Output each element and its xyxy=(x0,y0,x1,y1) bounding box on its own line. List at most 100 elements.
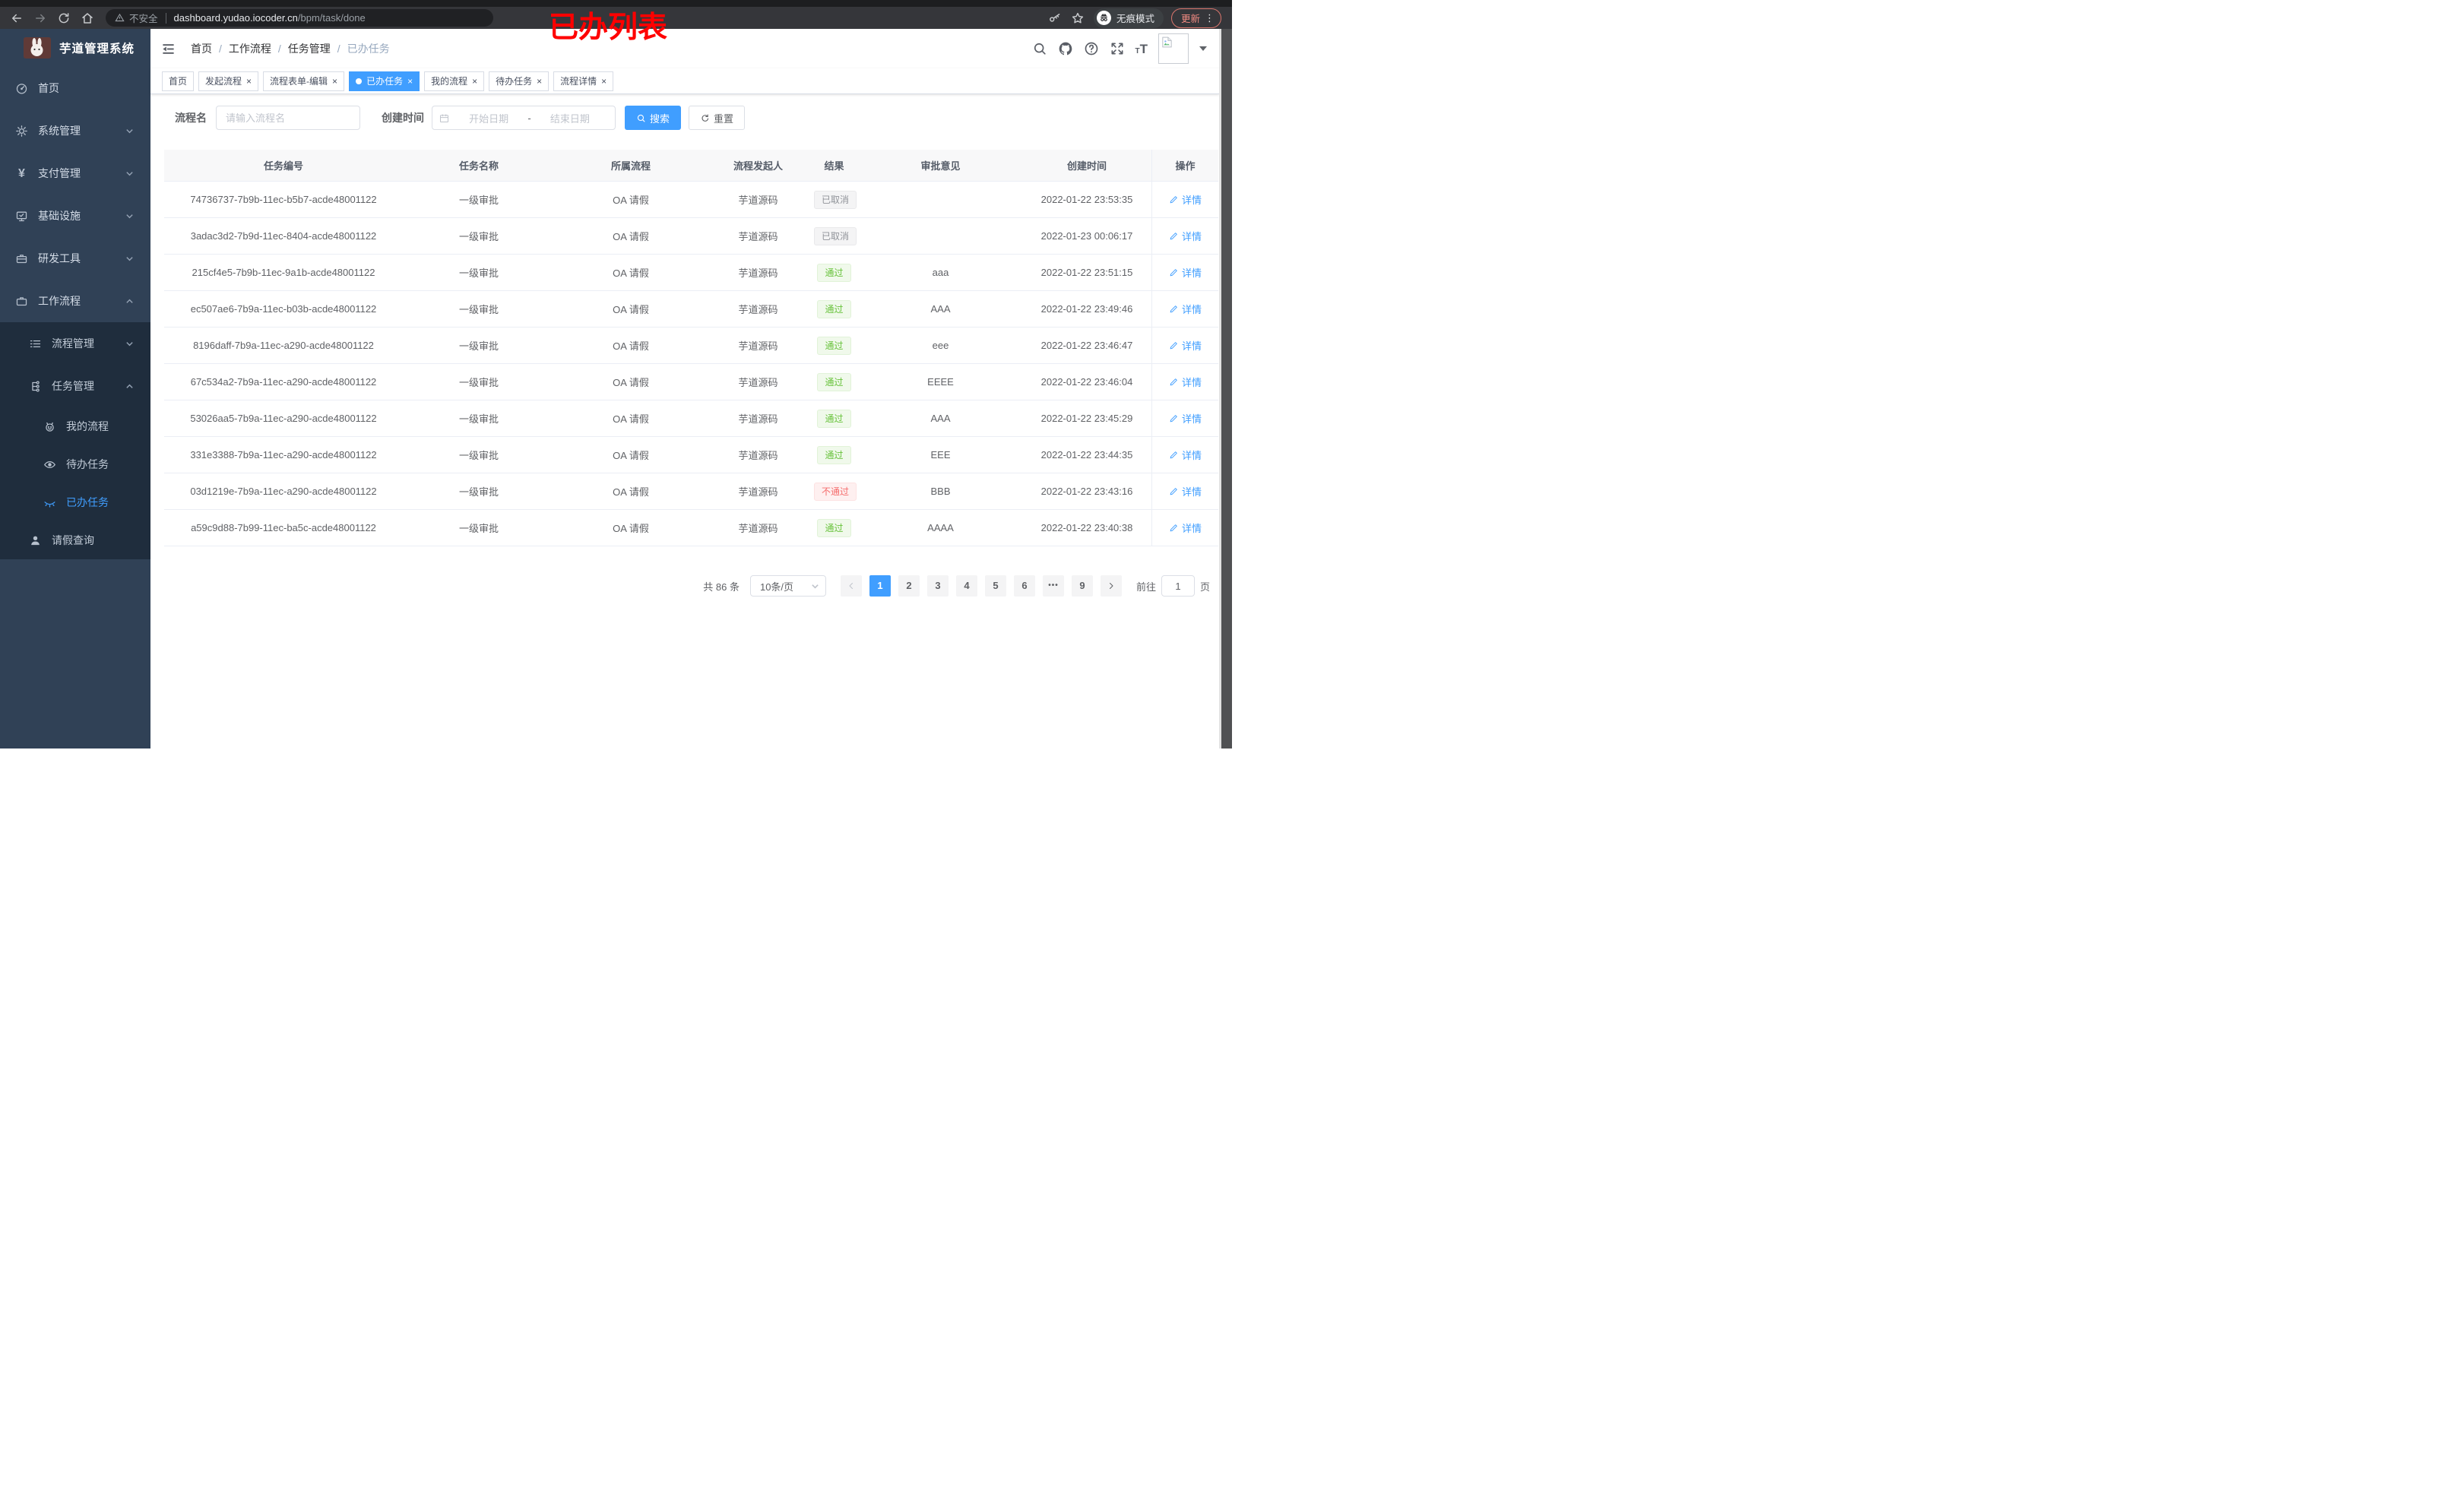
tab-my-process[interactable]: 我的流程 × xyxy=(424,71,485,91)
detail-link[interactable]: 详情 xyxy=(1169,484,1202,498)
help-icon[interactable] xyxy=(1084,41,1099,56)
incognito-icon xyxy=(1096,11,1111,25)
sidebar-item-todo-tasks[interactable]: 待办任务 xyxy=(0,445,150,483)
sidebar-item-leave-query[interactable]: 请假查询 xyxy=(0,521,150,559)
forward-icon[interactable] xyxy=(33,11,47,25)
detail-link[interactable]: 详情 xyxy=(1169,411,1202,426)
search-icon[interactable] xyxy=(1032,41,1047,56)
close-icon[interactable]: × xyxy=(407,77,413,86)
next-page-button[interactable] xyxy=(1100,575,1122,597)
font-size-icon[interactable]: TT xyxy=(1135,43,1148,55)
search-button[interactable]: 搜索 xyxy=(625,106,682,130)
window-edge-scrollbar[interactable] xyxy=(1219,29,1232,748)
page-button-4[interactable]: 4 xyxy=(955,575,977,597)
tab-process-form-edit[interactable]: 流程表单-编辑 × xyxy=(263,71,345,91)
close-icon[interactable]: × xyxy=(246,77,252,86)
close-icon[interactable]: × xyxy=(472,77,477,86)
incognito-badge: 无痕模式 xyxy=(1093,8,1164,28)
fullscreen-icon[interactable] xyxy=(1110,41,1125,56)
page-size-select[interactable]: 10条/页 xyxy=(749,575,826,597)
detail-link[interactable]: 详情 xyxy=(1169,448,1202,462)
star-icon[interactable] xyxy=(1071,11,1085,25)
more-pages-button[interactable]: ••• xyxy=(1042,575,1064,597)
tab-done-tasks[interactable]: 已办任务 × xyxy=(349,71,420,91)
sidebar-item-my-process[interactable]: 我的流程 xyxy=(0,407,150,445)
sidebar-item-home[interactable]: 首页 xyxy=(0,67,150,109)
goto-page: 前往 页 xyxy=(1136,575,1210,597)
sidebar-item-process-mgmt[interactable]: 流程管理 xyxy=(0,322,150,365)
detail-link[interactable]: 详情 xyxy=(1169,229,1202,243)
page-button-1[interactable]: 1 xyxy=(869,575,891,597)
reload-icon[interactable] xyxy=(57,11,71,25)
key-icon[interactable] xyxy=(1048,11,1062,25)
security-label[interactable]: 不安全 xyxy=(129,11,158,25)
sidebar-item-task-mgmt[interactable]: 任务管理 xyxy=(0,365,150,407)
detail-link[interactable]: 详情 xyxy=(1169,338,1202,353)
page-button-6[interactable]: 6 xyxy=(1013,575,1035,597)
reset-button-label: 重置 xyxy=(714,112,734,125)
edit-icon xyxy=(1170,488,1177,495)
breadcrumb-task-mgmt[interactable]: 任务管理 xyxy=(288,41,331,56)
process-name-input[interactable] xyxy=(216,106,360,130)
tab-home[interactable]: 首页 xyxy=(162,71,195,91)
reset-button[interactable]: 重置 xyxy=(689,106,746,130)
close-icon[interactable]: × xyxy=(332,77,337,86)
page-button-3[interactable]: 3 xyxy=(926,575,949,597)
start-date-placeholder[interactable]: 开始日期 xyxy=(450,111,527,125)
active-dot xyxy=(356,78,363,84)
prev-page-button[interactable] xyxy=(840,575,862,597)
page-button-2[interactable]: 2 xyxy=(898,575,920,597)
close-icon[interactable]: × xyxy=(537,77,542,86)
url-domain[interactable]: dashboard.yudao.iocoder.cn xyxy=(174,12,298,24)
sidebar-item-pay[interactable]: ¥ 支付管理 xyxy=(0,152,150,195)
sidebar-collapse-icon[interactable] xyxy=(161,42,176,56)
detail-link[interactable]: 详情 xyxy=(1169,302,1202,316)
detail-link[interactable]: 详情 xyxy=(1169,521,1202,535)
page-button-9[interactable]: 9 xyxy=(1071,575,1093,597)
robot-face-icon xyxy=(46,422,54,432)
close-icon[interactable]: × xyxy=(601,77,606,86)
not-secure-icon xyxy=(115,13,125,22)
back-icon[interactable] xyxy=(10,11,24,25)
cell-task-name: 一级审批 xyxy=(458,304,499,315)
browser-menu-icon[interactable]: ⋮ xyxy=(1205,13,1215,23)
sidebar-item-dev-tools[interactable]: 研发工具 xyxy=(0,237,150,280)
result-tag: 通过 xyxy=(817,409,851,428)
sidebar-item-infra[interactable]: 基础设施 xyxy=(0,195,150,237)
detail-link[interactable]: 详情 xyxy=(1169,375,1202,389)
col-result: 结果 xyxy=(824,160,844,172)
avatar[interactable] xyxy=(1158,33,1189,64)
cell-task-name: 一级审批 xyxy=(458,413,499,425)
breadcrumb-workflow[interactable]: 工作流程 xyxy=(229,41,271,56)
end-date-placeholder[interactable]: 结束日期 xyxy=(531,111,609,125)
sidebar-item-label: 任务管理 xyxy=(52,380,94,392)
detail-link[interactable]: 详情 xyxy=(1169,265,1202,280)
result-tag: 通过 xyxy=(817,336,851,355)
tab-todo-tasks[interactable]: 待办任务 × xyxy=(489,71,549,91)
tab-start-process[interactable]: 发起流程 × xyxy=(198,71,259,91)
breadcrumb-home[interactable]: 首页 xyxy=(191,41,212,56)
avatar-caret-icon[interactable] xyxy=(1199,46,1207,51)
sidebar-item-workflow[interactable]: 工作流程 xyxy=(0,280,150,322)
date-range-picker[interactable]: 开始日期 - 结束日期 xyxy=(432,106,616,130)
home-icon[interactable] xyxy=(81,11,94,25)
update-label[interactable]: 更新 xyxy=(1181,11,1200,25)
sidebar-item-system[interactable]: 系统管理 xyxy=(0,109,150,152)
address-bar[interactable]: 不安全 dashboard.yudao.iocoder.cn /bpm/task… xyxy=(106,9,493,27)
sidebar-item-label: 已办任务 xyxy=(66,496,109,508)
cell-process: OA 请假 xyxy=(613,195,649,206)
cell-starter: 芋道源码 xyxy=(738,377,778,388)
detail-link[interactable]: 详情 xyxy=(1169,192,1202,207)
page-button-5[interactable]: 5 xyxy=(984,575,1006,597)
chevron-up-icon xyxy=(126,299,133,303)
github-icon[interactable] xyxy=(1058,41,1073,56)
browser-update-button[interactable]: 更新 ⋮ xyxy=(1170,8,1221,28)
eye-open-icon xyxy=(44,460,55,468)
detail-label: 详情 xyxy=(1181,413,1202,425)
goto-page-input[interactable] xyxy=(1161,575,1195,597)
sidebar-item-label: 请假查询 xyxy=(52,534,94,546)
tab-process-detail[interactable]: 流程详情 × xyxy=(553,71,614,91)
app-logo-row[interactable]: 芋道管理系统 xyxy=(0,29,150,67)
sidebar-item-done-tasks[interactable]: 已办任务 xyxy=(0,483,150,521)
url-path[interactable]: /bpm/task/done xyxy=(298,12,366,24)
